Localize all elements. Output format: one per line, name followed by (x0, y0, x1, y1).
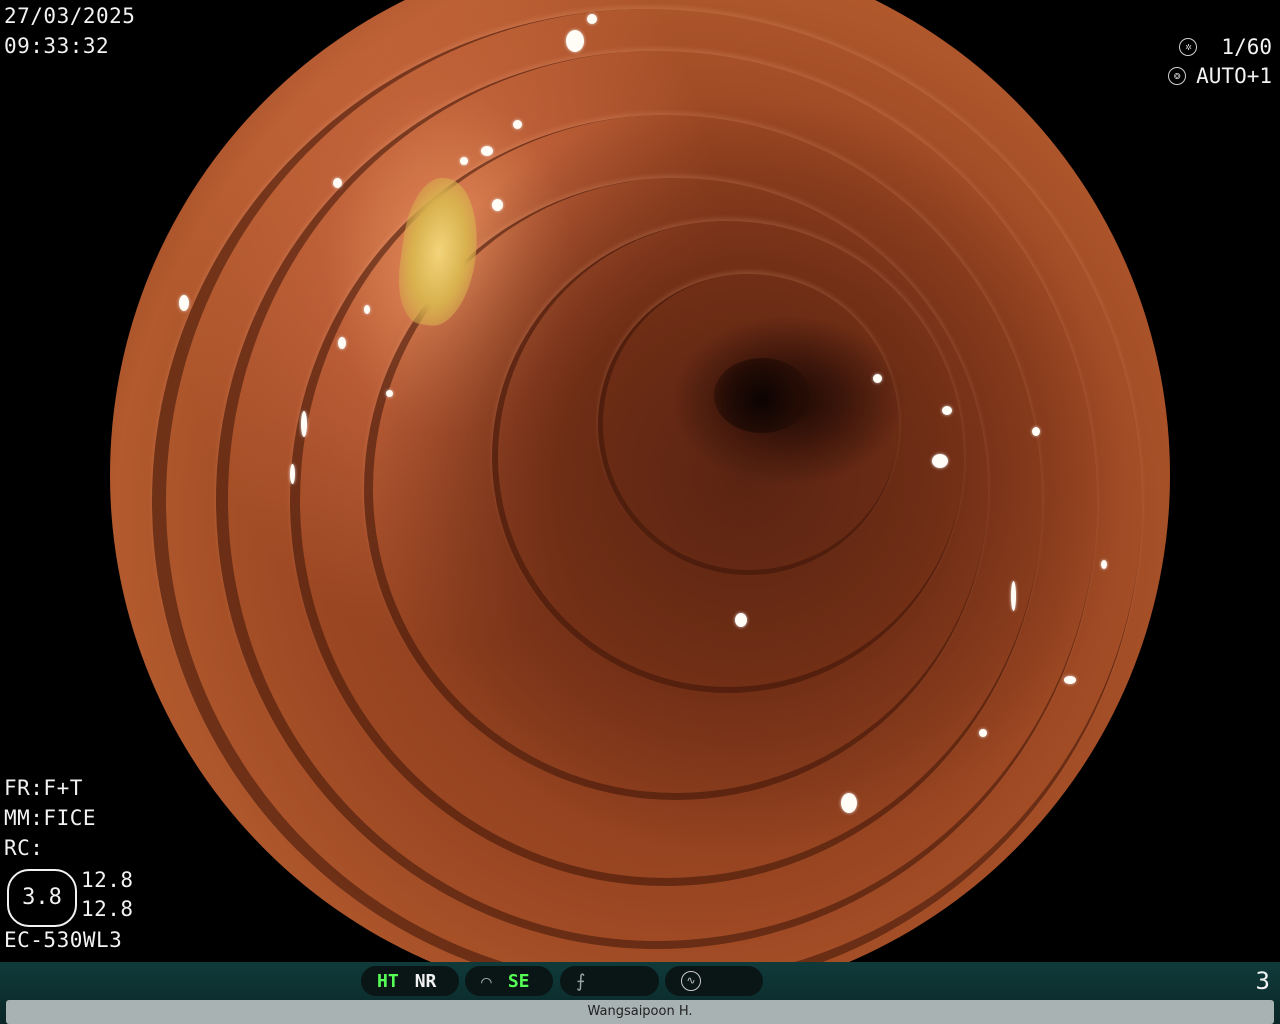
time-label: 09:33:32 (4, 34, 110, 58)
tone-curve-icon: ⌒ (481, 970, 492, 992)
aperture-icon: ✲ (1179, 38, 1198, 56)
specular-highlight (178, 294, 189, 311)
date-label: 27/03/2025 (4, 4, 136, 28)
iris-value: AUTO+1 (1196, 64, 1272, 88)
mode-pill: ∿ (665, 966, 763, 996)
image-number: 3 (1255, 967, 1270, 995)
fr-setting: FR:F+T (4, 776, 83, 800)
specular-highlight (587, 13, 597, 24)
operator-name: Wangsaipoon H. (6, 1000, 1274, 1024)
specular-highlight (491, 199, 503, 212)
specular-highlight (512, 119, 522, 129)
iris-icon: ❂ (1168, 67, 1187, 85)
specular-highlight (300, 411, 307, 438)
mm-setting: MM:FICE (4, 806, 97, 830)
specular-highlight (385, 390, 393, 398)
specular-highlight (931, 453, 948, 468)
specular-highlight (337, 337, 346, 350)
nr-indicator: NR (414, 970, 437, 992)
lower-value: 12.8 (81, 897, 134, 921)
status-bar: HT NR ⌒ SE ⨍ ∿ 3 Wangsaipoon H. (0, 962, 1280, 1024)
sharpness-icon: ⨍ (576, 970, 586, 992)
shutter-value: 1/60 (1221, 35, 1272, 59)
specular-highlight (1101, 559, 1108, 569)
zoom-indicator: 3.8 (7, 869, 77, 927)
iris-status: ❂ AUTO+1 (1168, 62, 1272, 90)
rc-setting: RC: (4, 836, 44, 860)
specular-highlight (459, 157, 468, 165)
specular-highlight (332, 178, 342, 189)
upper-value: 12.8 (81, 868, 134, 892)
waveform-icon: ∿ (681, 971, 701, 991)
scope-model: EC-530WL3 (4, 928, 123, 952)
ht-nr-pill: HT NR (361, 966, 459, 996)
endoscopic-image (110, 0, 1170, 1005)
shutter-status: ✲ 1/60 (1179, 33, 1272, 61)
ht-indicator: HT (377, 970, 399, 992)
specular-highlight (565, 29, 584, 52)
se-indicator: SE (507, 970, 530, 992)
se-pill: ⌒ SE (465, 966, 553, 996)
specular-highlight (1011, 581, 1016, 611)
sharpness-pill: ⨍ (560, 966, 659, 996)
lumen (714, 358, 810, 433)
